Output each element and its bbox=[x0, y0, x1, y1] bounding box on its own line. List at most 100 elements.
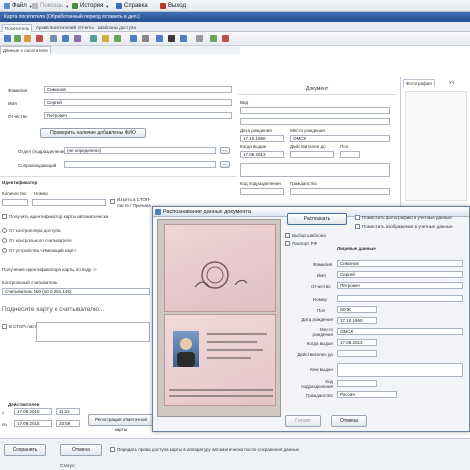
doc-valid-to-field[interactable] bbox=[290, 151, 334, 158]
window-title: Карта посетителя (Обработанный период вс… bbox=[0, 12, 470, 22]
dlg-citizenship-field[interactable]: Россия bbox=[337, 391, 397, 398]
doc-birthplace-field[interactable]: ОМСК bbox=[290, 135, 390, 142]
save-icon[interactable] bbox=[14, 35, 21, 42]
quantity-field[interactable] bbox=[2, 199, 28, 206]
check-duplicates-button[interactable]: Проверить наличие добавлены ФИО bbox=[40, 128, 146, 138]
menu-reference[interactable]: Справка bbox=[116, 2, 148, 10]
escort-field[interactable] bbox=[64, 161, 216, 168]
valid-from-time[interactable]: 11:22 bbox=[56, 408, 80, 415]
dlg-birthplace-field[interactable]: ОМСК bbox=[337, 328, 463, 335]
layout-icon[interactable] bbox=[180, 35, 187, 42]
escort-browse-button[interactable]: … bbox=[220, 161, 230, 168]
dlg-valid-to-field[interactable]: . . bbox=[337, 350, 377, 357]
valid-to-time[interactable]: 23:59 bbox=[56, 420, 80, 427]
cancel-button[interactable]: Отмена bbox=[60, 444, 102, 456]
delete-icon[interactable] bbox=[36, 35, 43, 42]
tab-visitor-data[interactable]: Данные о посетителе bbox=[0, 46, 51, 54]
doc-citizenship-field[interactable] bbox=[290, 188, 390, 195]
export-icon[interactable] bbox=[210, 35, 217, 42]
department-browse-button[interactable]: … bbox=[220, 147, 230, 154]
put-images-checkbox[interactable] bbox=[355, 224, 360, 229]
doc-issued-field[interactable]: 17.06.2013 bbox=[240, 151, 284, 158]
menu-history[interactable]: История ▼ bbox=[72, 2, 109, 10]
dlg-division-field[interactable] bbox=[337, 380, 377, 387]
dlg-birthdate-field[interactable]: 17.10.1960 bbox=[337, 317, 377, 324]
new-icon[interactable] bbox=[4, 35, 11, 42]
tools-icon[interactable] bbox=[196, 35, 203, 42]
dlg-birthplace-label: Место рождения bbox=[312, 327, 333, 337]
stoplist-reason-field[interactable] bbox=[36, 322, 150, 342]
dlg-name-label: Имя bbox=[317, 273, 326, 278]
refresh-icon[interactable] bbox=[114, 35, 121, 42]
edit-icon[interactable] bbox=[24, 35, 31, 42]
doc-birthdate-field[interactable]: 17.10.1960 bbox=[240, 135, 284, 142]
put-photo-checkbox[interactable] bbox=[355, 215, 360, 220]
doc-gender-field[interactable] bbox=[340, 151, 360, 158]
control-reader-field[interactable]: Считыватель №0 (10.0.251.146) bbox=[2, 288, 150, 295]
stoplist-checkbox[interactable] bbox=[110, 199, 115, 204]
template-checkbox[interactable] bbox=[285, 241, 290, 246]
recognize-button[interactable]: Распознать bbox=[287, 213, 347, 225]
scanner-icon[interactable] bbox=[130, 35, 137, 42]
dlg-surname-field[interactable]: Симонов bbox=[337, 260, 463, 267]
choose-template-label: Выбор шаблона bbox=[292, 233, 326, 238]
close-icon[interactable] bbox=[222, 35, 229, 42]
doc-issued-by-field[interactable] bbox=[240, 163, 390, 177]
register-card-button[interactable]: Регистрация отметочной карты bbox=[88, 414, 154, 432]
dlg-name-field[interactable]: Сергей bbox=[337, 271, 463, 278]
dlg-gender-field[interactable]: МУЖ bbox=[337, 306, 377, 313]
valid-to-label: по bbox=[2, 422, 7, 427]
name-field[interactable]: Сергей bbox=[44, 99, 232, 106]
camera-icon[interactable] bbox=[90, 35, 97, 42]
tab-account[interactable]: Уч. bbox=[447, 79, 457, 87]
patronymic-field[interactable]: Петрович bbox=[44, 112, 232, 119]
dlg-number-field[interactable] bbox=[337, 295, 463, 302]
doc-type-field[interactable] bbox=[240, 107, 390, 114]
card-icon[interactable] bbox=[102, 35, 109, 42]
doc-division-field[interactable] bbox=[240, 188, 284, 195]
chevron-down-icon: ▼ bbox=[105, 3, 110, 9]
in-stoplist-checkbox[interactable] bbox=[2, 324, 7, 329]
reader-opt2-radio[interactable] bbox=[2, 238, 7, 243]
menu-exit[interactable]: Выход bbox=[160, 2, 186, 10]
tab-visitor[interactable]: Посетитель bbox=[2, 24, 33, 32]
department-field[interactable]: (не определено) bbox=[64, 147, 216, 154]
department-label: Отдел (подразделение) bbox=[18, 149, 68, 154]
filter-icon[interactable] bbox=[74, 35, 81, 42]
surname-label: Фамилия bbox=[8, 88, 28, 93]
dialog-ok-button[interactable]: Готово bbox=[285, 415, 321, 427]
tab-templates[interactable]: Шаблоны доступа bbox=[96, 24, 138, 32]
valid-from-date[interactable]: 17.09.2015 bbox=[14, 408, 52, 415]
save-button[interactable]: Сохранить bbox=[4, 444, 46, 456]
transfer-checkbox[interactable] bbox=[110, 447, 115, 452]
card-number-field[interactable] bbox=[32, 199, 106, 206]
photo-icon[interactable] bbox=[156, 35, 163, 42]
text-line bbox=[207, 357, 251, 359]
tab-reports[interactable]: Отчеты bbox=[76, 24, 96, 32]
menu-help[interactable]: Помощь ▼ bbox=[32, 2, 69, 10]
choose-template-checkbox[interactable] bbox=[285, 233, 290, 238]
doc-valid-to-label: Действителен до bbox=[290, 144, 326, 149]
document-icon[interactable] bbox=[168, 35, 175, 42]
dialog-cancel-button[interactable]: Отмена bbox=[331, 415, 367, 427]
reader-opt3-radio[interactable] bbox=[2, 248, 7, 253]
present-card-text: Поднесите карту к считывателю... bbox=[2, 306, 105, 313]
print-icon[interactable] bbox=[50, 35, 57, 42]
settings-icon[interactable] bbox=[142, 35, 149, 42]
valid-to-date[interactable]: 17.09.2015 bbox=[14, 420, 52, 427]
reader-opt1-radio[interactable] bbox=[2, 228, 7, 233]
dlg-patronymic-field[interactable]: Петрович bbox=[337, 282, 463, 289]
bottom-bar: Сохранить Отмена Передать права доступа … bbox=[0, 438, 470, 470]
dlg-issued-field[interactable]: 17.06.2013 bbox=[337, 339, 377, 346]
name-label: Имя bbox=[8, 101, 17, 106]
surname-field[interactable]: Симонов bbox=[44, 86, 232, 93]
dlg-issued-by-field[interactable] bbox=[337, 363, 463, 377]
passport-page-top bbox=[164, 224, 276, 312]
tab-archive[interactable]: Архив посетителей bbox=[34, 24, 78, 32]
auto-id-checkbox[interactable] bbox=[2, 214, 7, 219]
menu-file[interactable]: Файл ▼ bbox=[4, 2, 33, 10]
doc-series-field[interactable] bbox=[240, 118, 390, 125]
search-icon[interactable] bbox=[62, 35, 69, 42]
tab-photo[interactable]: Фотография bbox=[403, 79, 435, 87]
passport-photo bbox=[173, 331, 199, 367]
